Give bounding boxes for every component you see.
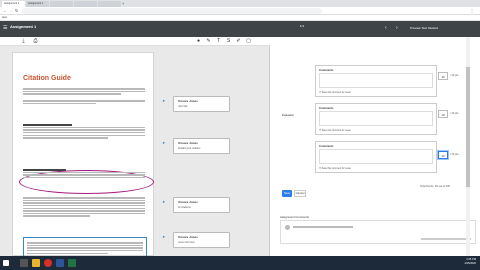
menu-icon[interactable]: ⋮: [470, 8, 474, 13]
next-student-icon[interactable]: ›: [396, 25, 398, 31]
previous-student-icon[interactable]: ‹: [385, 25, 387, 31]
points-input[interactable]: 10: [438, 110, 448, 118]
criterion-label: Evaluation: [282, 114, 295, 117]
annotation-comment[interactable]: Unsure Jones fix citations: [173, 197, 230, 213]
highlight-icon[interactable]: ✎: [205, 38, 212, 45]
chrome-icon[interactable]: [44, 259, 52, 267]
save-comment-checkbox[interactable]: ☐ Save this comment for reuse: [319, 129, 351, 132]
comment-text: fix citations: [178, 206, 191, 209]
document-paragraph: [23, 168, 145, 180]
save-comment-checkbox[interactable]: ☐ Save this comment for reuse: [319, 167, 351, 170]
document-title: Citation Guide: [23, 75, 71, 82]
clock-date: 4/15/2020: [464, 262, 476, 265]
save-comment-checkbox-label: Save this comment for reuse: [321, 130, 351, 132]
submission-count: 1/1: [300, 24, 305, 28]
reload-icon[interactable]: ↻: [15, 8, 18, 13]
annotation-comment[interactable]: Unsure Jones nice title: [173, 96, 230, 112]
file-explorer-icon[interactable]: [32, 259, 40, 267]
save-comment-checkbox-label: Save this comment for reuse: [321, 168, 351, 170]
criterion-comment-box: Comments ☐ Save this comment for reuse: [315, 65, 437, 97]
criterion-comment-box: Comments ☐ Save this comment for reuse: [315, 103, 437, 135]
save-comment-checkbox-label: Save this comment for reuse: [321, 92, 351, 94]
document-viewer[interactable]: Citation Guide ▸ Unsure Jones nice title…: [0, 46, 270, 263]
document-page: Citation Guide: [12, 52, 154, 263]
comment-author: Unsure Jones: [178, 235, 198, 239]
download-icon[interactable]: ⤓: [20, 38, 27, 45]
excel-icon[interactable]: [68, 259, 76, 267]
annotation-toolbar: ⤓ ⎙ ● ✎ T S ✐ ▢: [0, 37, 270, 46]
cancel-button[interactable]: Cancel: [294, 190, 306, 197]
word-icon[interactable]: [56, 259, 64, 267]
comments-label: Comments: [319, 106, 334, 110]
total-points: Total Points: 30 out of 330: [420, 185, 450, 188]
document-paragraph: [23, 99, 145, 105]
points-max: / 10 pts: [450, 74, 459, 77]
annotation-comment[interactable]: Unsure Jones fix/add your citation: [173, 138, 230, 154]
student-selector[interactable]: Preview Test Student: [410, 26, 438, 30]
comment-text: more info here: [178, 241, 195, 244]
point-annotation-icon[interactable]: ●: [195, 38, 202, 45]
comment-text: fix/add your citation: [178, 147, 201, 150]
taskbar: 2:25 PM 4/15/2020: [0, 256, 480, 270]
taskbar-clock[interactable]: 2:25 PM 4/15/2020: [464, 258, 476, 266]
save-button[interactable]: Save: [282, 190, 292, 197]
document-paragraph: [23, 196, 145, 218]
forward-icon[interactable]: →: [9, 8, 13, 13]
comment-line: [293, 226, 353, 228]
document-paragraph: [23, 123, 145, 140]
comment-pin-icon[interactable]: ▸: [161, 199, 167, 205]
assignment-comments-heading: Assignment Comments: [280, 215, 309, 219]
points-max: / 10 pts: [450, 153, 459, 156]
points-max: / 10 pts: [450, 112, 459, 115]
points-input[interactable]: 10: [438, 72, 448, 80]
comments-label: Comments: [319, 144, 334, 148]
comments-label: Comments: [319, 68, 334, 72]
area-icon[interactable]: ▢: [245, 38, 252, 45]
text-icon[interactable]: T: [215, 38, 222, 45]
browser-tab-strip: Assignment 1 Assignment 1 +: [0, 0, 480, 7]
bookmark-item[interactable]: Apps: [2, 17, 7, 19]
annotation-comment[interactable]: Unsure Jones more info here: [173, 232, 230, 248]
back-icon[interactable]: ←: [3, 8, 7, 13]
comment-text: nice title: [178, 105, 188, 108]
comment-pin-icon[interactable]: ▸: [161, 98, 167, 104]
address-bar: ← → ↻ ⋮: [0, 7, 480, 15]
speedgrader-header: ☰ Assignment 1 1/1 ‹ › Preview Test Stud…: [0, 21, 480, 37]
comment-textarea[interactable]: [319, 149, 433, 164]
assignment-comments-box[interactable]: [280, 220, 476, 244]
menu-icon[interactable]: ☰: [3, 25, 7, 31]
document-paragraph: [23, 87, 145, 96]
comment-pin-icon[interactable]: ▸: [161, 140, 167, 146]
scrollbar-thumb[interactable]: [466, 67, 470, 187]
strikeout-icon[interactable]: S: [225, 38, 232, 45]
url-field[interactable]: [22, 8, 322, 14]
criterion-comment-box: Comments ☐ Save this comment for reuse: [315, 141, 437, 173]
comment-author: Unsure Jones: [178, 99, 198, 103]
draw-icon[interactable]: ✐: [235, 38, 242, 45]
comment-author: Unsure Jones: [178, 141, 198, 145]
comment-pin-icon[interactable]: ▸: [161, 234, 167, 240]
comment-textarea[interactable]: [319, 111, 433, 126]
comment-textarea[interactable]: [319, 73, 433, 88]
avatar: [285, 225, 290, 230]
save-comment-checkbox[interactable]: ☐ Save this comment for reuse: [319, 91, 351, 94]
rubric-panel: Comments ☐ Save this comment for reuse 1…: [272, 37, 480, 256]
assignment-title[interactable]: Assignment 1: [10, 24, 36, 29]
search-icon[interactable]: [20, 259, 28, 267]
windows-start-icon[interactable]: [3, 260, 9, 266]
comment-author: Unsure Jones: [178, 200, 198, 204]
points-input[interactable]: 10: [438, 151, 448, 159]
print-icon[interactable]: ⎙: [32, 38, 39, 45]
scrollbar[interactable]: [466, 37, 470, 256]
comment-line: [421, 238, 471, 240]
